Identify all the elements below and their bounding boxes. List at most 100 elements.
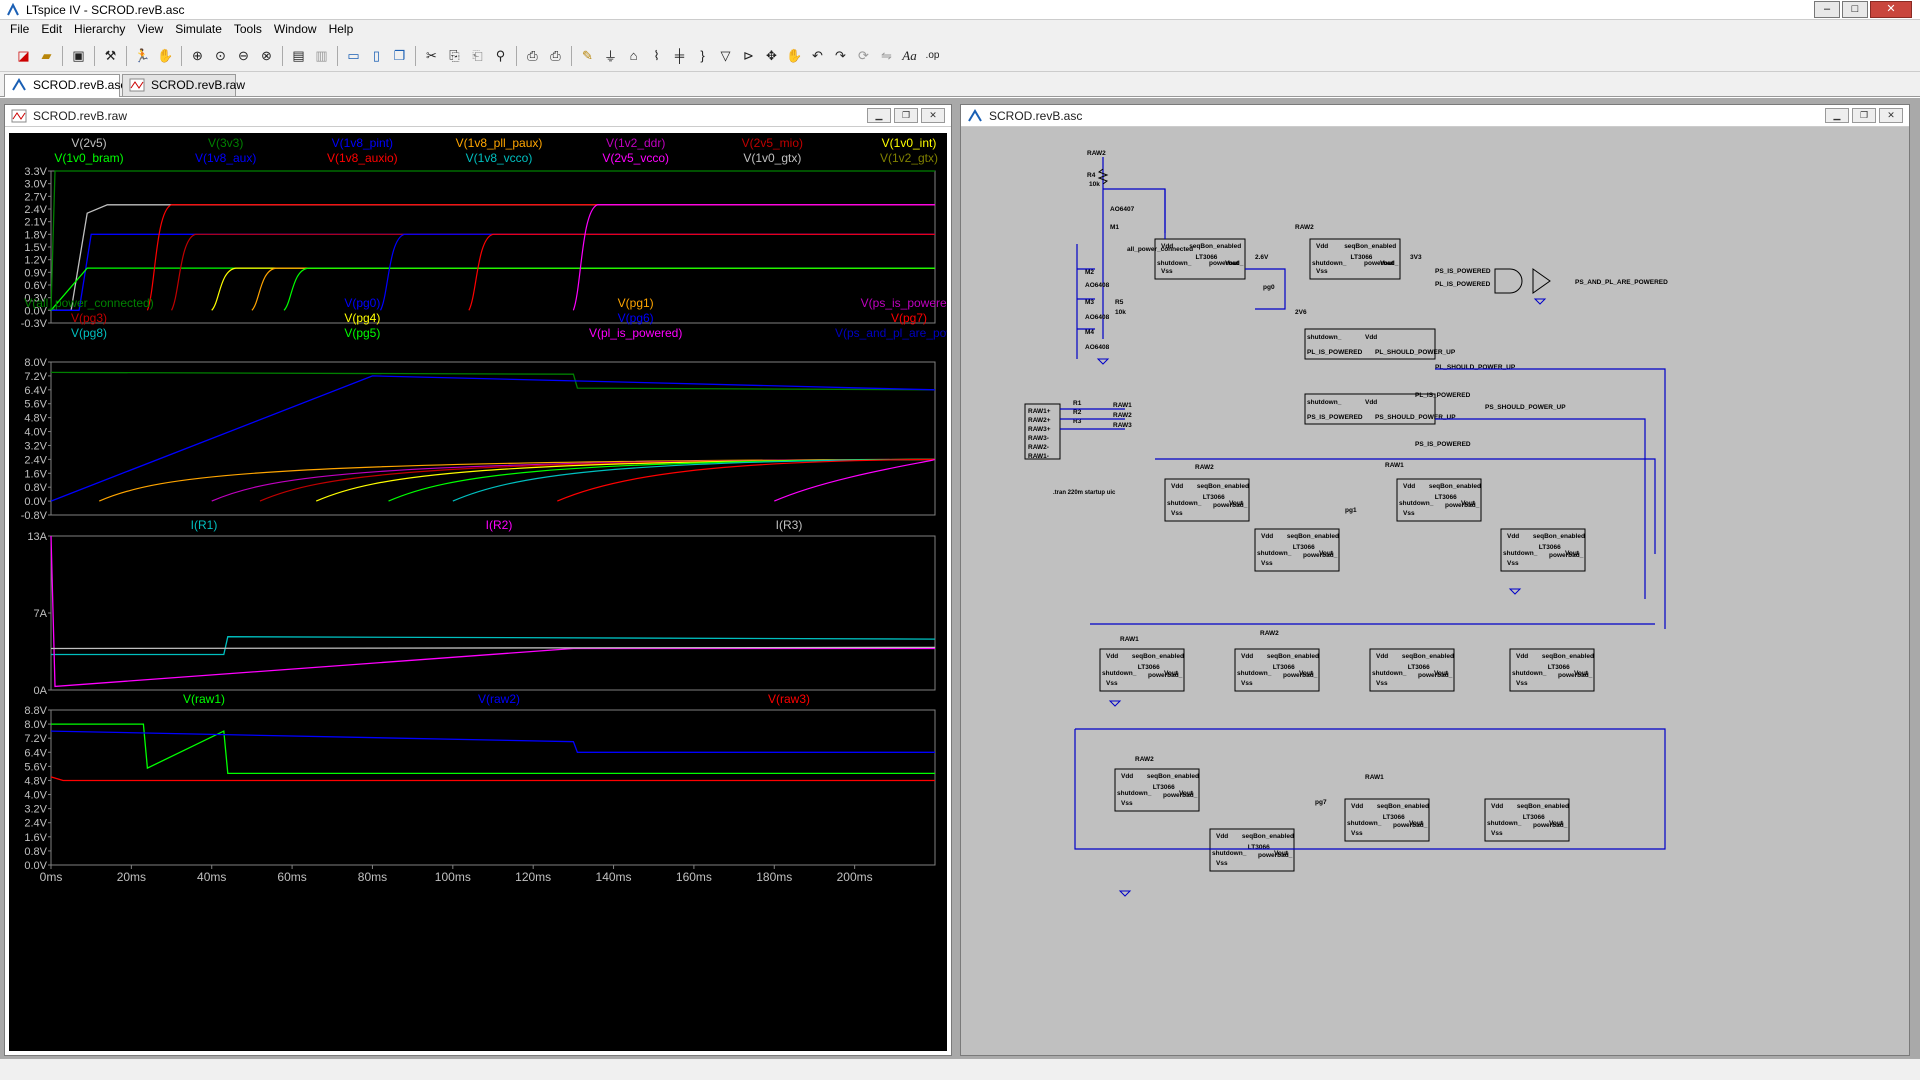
chip-pin-label: powerbad_ bbox=[1549, 552, 1584, 559]
chip-pin-label: Vdd bbox=[1161, 243, 1173, 250]
net-label: pg0 bbox=[1263, 284, 1275, 291]
text-icon[interactable]: Aa bbox=[898, 45, 921, 67]
connector-pin-label: RAW1+ bbox=[1028, 408, 1051, 415]
new-schematic-icon[interactable]: ◪ bbox=[12, 45, 35, 67]
y-tick-label: 8.8V bbox=[24, 705, 47, 717]
tile-horizontal-icon[interactable]: ▭ bbox=[342, 45, 365, 67]
net-label: PL_SHOULD_POWER_UP bbox=[1435, 364, 1516, 371]
capacitor-icon[interactable]: ╪ bbox=[668, 45, 691, 67]
waveform-close-button[interactable]: ✕ bbox=[921, 108, 945, 123]
chip-pin-label: Vdd bbox=[1365, 399, 1377, 406]
schematic-canvas[interactable]: RAW2R410kAO6407M1all_power_connectedM2AO… bbox=[965, 129, 1905, 1051]
print-preview-icon[interactable]: ⎙ bbox=[521, 45, 544, 67]
waveform-minimize-button[interactable]: ▁ bbox=[867, 108, 891, 123]
component-value: 10k bbox=[1089, 181, 1100, 188]
drag-icon[interactable]: ✋ bbox=[783, 45, 806, 67]
menu-edit[interactable]: Edit bbox=[35, 20, 68, 40]
chip-pin-label: Vss bbox=[1161, 268, 1173, 275]
connector-pin-label: RAW2- bbox=[1028, 444, 1049, 451]
x-tick-label: 80ms bbox=[358, 870, 387, 884]
trace-label: V(raw3) bbox=[768, 692, 810, 706]
menu-help[interactable]: Help bbox=[323, 20, 360, 40]
x-tick-label: 120ms bbox=[515, 870, 551, 884]
component-label: AO6407 bbox=[1110, 206, 1135, 213]
trace-label: V(1v8_aux) bbox=[195, 151, 256, 165]
menu-view[interactable]: View bbox=[131, 20, 169, 40]
print-icon[interactable]: ⎙ bbox=[544, 45, 567, 67]
copy-icon[interactable]: ⎘ bbox=[443, 45, 466, 67]
run-icon[interactable]: 🏃 bbox=[131, 45, 154, 67]
window-title: LTspice IV - SCROD.revB.asc bbox=[26, 3, 185, 17]
minimize-button[interactable]: – bbox=[1814, 1, 1840, 18]
x-tick-label: 60ms bbox=[277, 870, 306, 884]
chip-part-label: LT3066 bbox=[1548, 664, 1570, 671]
tile-vertical-icon[interactable]: ▯ bbox=[365, 45, 388, 67]
zoom-in-icon[interactable]: ⊕ bbox=[186, 45, 209, 67]
draw-wire-icon[interactable]: ✎ bbox=[576, 45, 599, 67]
chip-pin-label: shutdown_ bbox=[1307, 399, 1342, 406]
ground-icon[interactable]: ⏚ bbox=[599, 45, 622, 67]
status-bar bbox=[0, 1058, 1920, 1080]
spice-directive-icon[interactable]: .op bbox=[921, 45, 944, 67]
open-icon[interactable]: ▰ bbox=[35, 45, 58, 67]
tab-waveform[interactable]: SCROD.revB.raw bbox=[122, 74, 245, 96]
mdi-workspace: SCROD.revB.raw ▁ ❐ ✕ V(2v5) V(3v3) V(1v8_p… bbox=[0, 98, 1920, 1058]
chip-pin-label: shutdown_ bbox=[1372, 670, 1407, 677]
y-tick-label: 2.7V bbox=[24, 191, 47, 203]
component-icon[interactable]: ⊳ bbox=[737, 45, 760, 67]
zoom-fit-icon[interactable]: ⊗ bbox=[255, 45, 278, 67]
save-icon[interactable]: ▣ bbox=[67, 45, 90, 67]
chip-pin-label: shutdown_ bbox=[1512, 670, 1547, 677]
chip-pin-label: Vss bbox=[1121, 800, 1133, 807]
waveform-restore-button[interactable]: ❐ bbox=[894, 108, 918, 123]
cut-icon[interactable]: ✂ bbox=[420, 45, 443, 67]
y-tick-label: 1.6V bbox=[24, 832, 47, 844]
menu-tools[interactable]: Tools bbox=[228, 20, 268, 40]
chip-pin-label: powerbad_ bbox=[1148, 672, 1183, 679]
y-tick-label: 0.8V bbox=[24, 846, 47, 858]
connector-pin-label: RAW3- bbox=[1028, 435, 1049, 442]
net-label: pg1 bbox=[1345, 507, 1357, 514]
redo-icon[interactable]: ↷ bbox=[829, 45, 852, 67]
pan-icon[interactable]: ⊙ bbox=[209, 45, 232, 67]
resistor-icon[interactable]: ⌇ bbox=[645, 45, 668, 67]
schematic-minimize-button[interactable]: ▁ bbox=[1825, 108, 1849, 123]
chip-pin-label: seqBon_enabled bbox=[1147, 773, 1199, 780]
undo-icon[interactable]: ↶ bbox=[806, 45, 829, 67]
find-icon[interactable]: ⚲ bbox=[489, 45, 512, 67]
net-label: PS_IS_POWERED bbox=[1415, 441, 1471, 448]
autorange-icon[interactable]: ▤ bbox=[287, 45, 310, 67]
trace-label: V(raw1) bbox=[183, 692, 225, 706]
schematic-restore-button[interactable]: ❐ bbox=[1852, 108, 1876, 123]
menu-hierarchy[interactable]: Hierarchy bbox=[68, 20, 131, 40]
net-label: RAW2 bbox=[1260, 630, 1279, 637]
mirror-icon[interactable]: ⇋ bbox=[875, 45, 898, 67]
schematic-close-button[interactable]: ✕ bbox=[1879, 108, 1903, 123]
diode-icon[interactable]: ▽ bbox=[714, 45, 737, 67]
waveform-plot[interactable]: V(2v5) V(3v3) V(1v8_pint) V(1v8_pll_paux) V(… bbox=[9, 133, 947, 1051]
tab-schematic[interactable]: SCROD.revB.asc bbox=[4, 74, 126, 97]
close-button[interactable]: ✕ bbox=[1870, 1, 1912, 18]
move-icon[interactable]: ✥ bbox=[760, 45, 783, 67]
control-panel-icon[interactable]: ⚒ bbox=[99, 45, 122, 67]
inductor-icon[interactable]: } bbox=[691, 45, 714, 67]
menu-window[interactable]: Window bbox=[268, 20, 323, 40]
rotate-icon[interactable]: ⟳ bbox=[852, 45, 875, 67]
halt-icon[interactable]: ✋ bbox=[154, 45, 177, 67]
net-label: PL_IS_POWERED bbox=[1435, 281, 1491, 288]
menu-simulate[interactable]: Simulate bbox=[169, 20, 228, 40]
chip-pin-label: shutdown_ bbox=[1237, 670, 1272, 677]
trace-label: V(pg0) bbox=[344, 296, 380, 310]
label-net-icon[interactable]: ⌂ bbox=[622, 45, 645, 67]
paste-icon[interactable]: ⎗ bbox=[466, 45, 489, 67]
trace-label: I(R2) bbox=[486, 518, 513, 532]
chip-pin-label: seqBon_enabled bbox=[1242, 833, 1294, 840]
chip-part-label: LT3066 bbox=[1248, 844, 1270, 851]
menu-file[interactable]: File bbox=[4, 20, 35, 40]
waveform-icon[interactable]: ▥ bbox=[310, 45, 333, 67]
cascade-icon[interactable]: ❐ bbox=[388, 45, 411, 67]
zoom-out-icon[interactable]: ⊖ bbox=[232, 45, 255, 67]
chip-pin-label: Vdd bbox=[1403, 483, 1415, 490]
maximize-button[interactable]: □ bbox=[1842, 1, 1868, 18]
chip-pin-label: Vdd bbox=[1516, 653, 1528, 660]
